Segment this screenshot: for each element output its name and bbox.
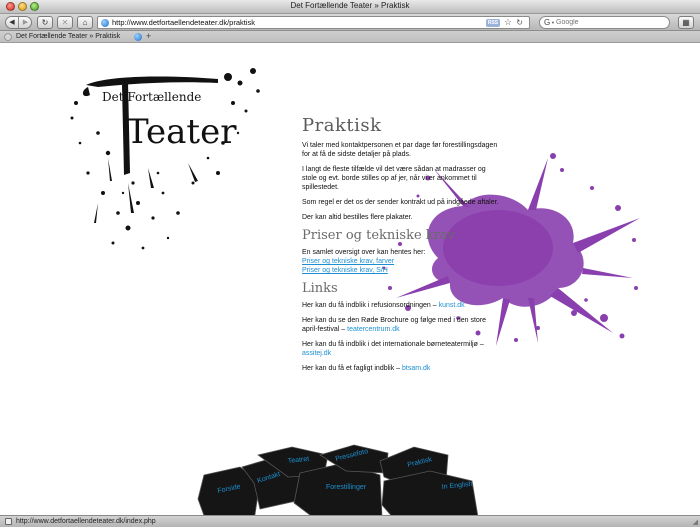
home-icon: ⌂ (82, 18, 88, 27)
praktisk-paragraph: I langt de fleste tilfælde vil det være … (302, 166, 486, 191)
priser-links: Priser og tekniske krav, farver Priser o… (302, 257, 502, 275)
links-item: Her kan du se den Røde Brochure og følge… (302, 316, 502, 334)
link-btsam[interactable]: btsam.dk (402, 365, 430, 372)
status-page-icon (5, 518, 12, 525)
heading-priser: Priser og tekniske krav (302, 228, 455, 243)
window-title: Det Fortællende Teater » Praktisk (290, 1, 410, 10)
heading-links: Links (302, 281, 338, 296)
window-titlebar: Det Fortællende Teater » Praktisk (0, 0, 700, 14)
globe-icon[interactable] (134, 33, 142, 41)
back-button[interactable]: ◀ (6, 17, 19, 28)
links-item: Her kan du få et fagligt indblik – btsam… (302, 364, 502, 373)
nav-label-forestillinger[interactable]: Forestillinger (326, 484, 367, 491)
stop-icon: ✕ (61, 18, 69, 27)
chevron-down-icon[interactable]: ▼ (551, 20, 555, 25)
bookmark-star-icon[interactable]: ☆ (504, 17, 512, 28)
site-globe-icon (101, 19, 109, 27)
search-input[interactable] (556, 18, 664, 27)
home-button[interactable]: ⌂ (77, 16, 93, 29)
ink-splatter-image: Det Fortællende Teater (70, 68, 260, 250)
logo[interactable]: Det Fortællende Teater (68, 63, 268, 263)
search-engine-icon[interactable]: G (544, 17, 550, 28)
links-item-text: Her kan du få indblik i det internationa… (302, 341, 484, 348)
reload-button[interactable]: ↻ (37, 16, 53, 29)
tab-strip: Det Fortællende Teater » Praktisk + (0, 31, 700, 43)
address-bar[interactable]: http://www.detfortaellendeteater.dk/prak… (97, 16, 530, 29)
stop-button[interactable]: ✕ (57, 16, 73, 29)
links-item-text: Her kan du få indblik i refusionsordning… (302, 302, 437, 309)
praktisk-paragraph: Der kan altid bestilles flere plakater. (302, 214, 413, 221)
tab-praktisk[interactable]: Det Fortællende Teater » Praktisk (4, 32, 120, 42)
add-tab-button[interactable]: + (146, 30, 151, 42)
link-kunst[interactable]: kunst.dk (439, 302, 465, 309)
search-box[interactable]: G ▼ (539, 16, 670, 29)
price-link-color[interactable]: Priser og tekniske krav, farver (302, 257, 502, 266)
status-bar: http://www.detfortaellendeteater.dk/inde… (0, 515, 700, 527)
logo-text-small: Det Fortællende (102, 90, 201, 104)
address-reload-icon[interactable]: ↻ (516, 17, 523, 28)
priser-intro: En samlet oversigt over kan hentes her: (302, 249, 426, 256)
links-item-text: Her kan du få et fagligt indblik – (302, 365, 401, 372)
browser-toolbar: ◀ ▶ ↻ ✕ ⌂ http://www.detfortaellendeteat… (0, 14, 700, 31)
status-text: http://www.detfortaellendeteater.dk/inde… (16, 518, 156, 525)
favicon-icon (4, 33, 12, 41)
price-link-bw[interactable]: Priser og tekniske krav, S/H (302, 266, 502, 275)
links-item: Her kan du få indblik i det internationa… (302, 340, 502, 358)
link-assitej[interactable]: assitej.dk (302, 350, 331, 357)
links-item: Her kan du få indblik i refusionsordning… (302, 301, 502, 310)
praktisk-paragraph: Som regel er det os der sender kontrakt … (302, 199, 499, 206)
main-content: Praktisk Vi taler med kontaktpersonen et… (302, 115, 502, 379)
resize-grip-icon[interactable]: ◢ (693, 518, 698, 526)
grid-icon: ▦ (682, 18, 690, 27)
praktisk-paragraph: Vi taler med kontaktpersonen et par dage… (302, 142, 498, 158)
link-teatercentrum[interactable]: teatercentrum.dk (347, 326, 400, 333)
rss-icon[interactable]: RSS (486, 19, 500, 27)
back-forward-group: ◀ ▶ (5, 16, 32, 29)
heading-praktisk: Praktisk (302, 115, 382, 136)
reload-icon: ↻ (41, 18, 49, 27)
tab-label: Det Fortællende Teater » Praktisk (16, 33, 121, 40)
forward-button[interactable]: ▶ (19, 17, 32, 28)
logo-text-big: Teater (126, 112, 237, 152)
rock-navigation: Forside Kontakt Teatret Forestillinger P… (197, 444, 479, 515)
page-viewport: Det Fortællende Teater Praktisk Vi taler… (0, 43, 700, 515)
tools-menu-button[interactable]: ▦ (678, 16, 694, 29)
address-text[interactable]: http://www.detfortaellendeteater.dk/prak… (112, 18, 255, 28)
